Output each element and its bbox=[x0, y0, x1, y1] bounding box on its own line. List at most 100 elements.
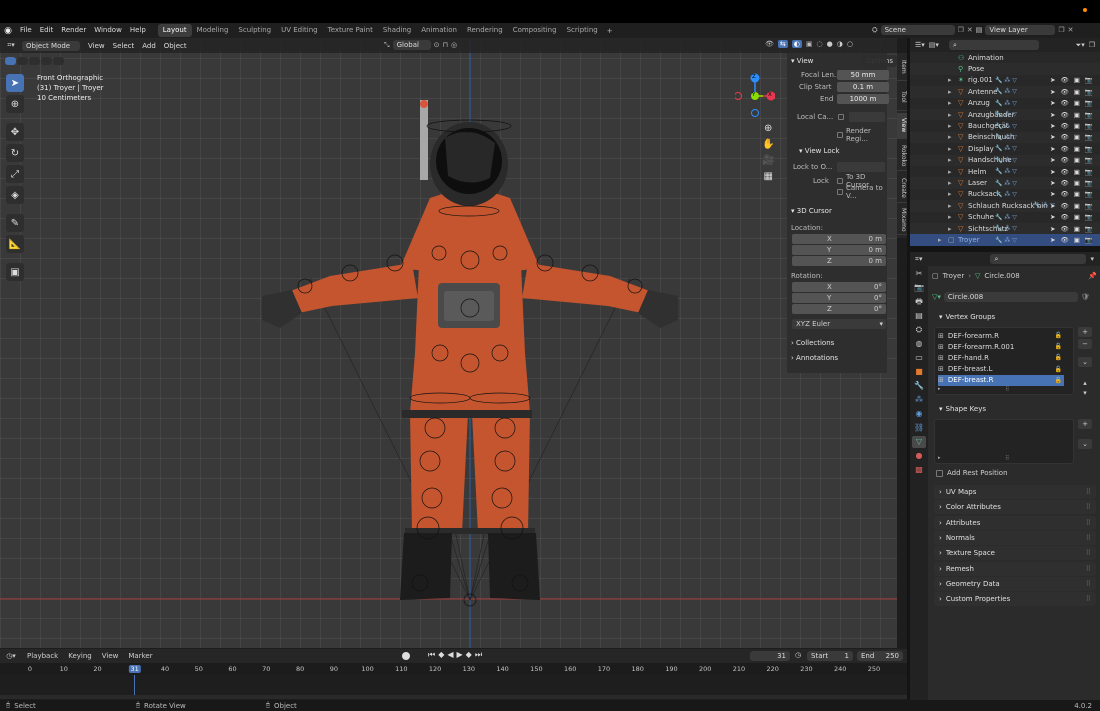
render-icon[interactable]: 📷 bbox=[1085, 133, 1093, 141]
outliner-row[interactable]: ▸ ▽ Handschuhe 🔧 ⁂ ▽ ➤ 👁 ▣ 📷 bbox=[910, 154, 1100, 166]
expand-arrow-icon[interactable]: ▸ bbox=[938, 236, 942, 244]
expand-arrow-icon[interactable]: ▸ bbox=[948, 179, 952, 187]
properties-search[interactable]: ⌕ bbox=[990, 254, 1087, 264]
eye-icon[interactable]: 👁 bbox=[1060, 190, 1068, 198]
pivot-point-icon[interactable]: ⊙ bbox=[434, 41, 440, 49]
orientation-selector[interactable]: Global bbox=[392, 40, 431, 50]
new-collection-icon[interactable]: ❐ bbox=[1089, 41, 1095, 49]
section-custom-properties[interactable]: › Custom Properties ⠿ bbox=[934, 592, 1096, 607]
viewport-icon[interactable]: ▣ bbox=[1074, 202, 1080, 210]
select-icon[interactable]: ➤ bbox=[1050, 88, 1055, 96]
timeline-menu-marker[interactable]: Marker bbox=[123, 652, 157, 660]
prev-keyframe-icon[interactable]: ◆ bbox=[438, 650, 444, 660]
menu-file[interactable]: File bbox=[16, 23, 36, 38]
menu-window[interactable]: Window bbox=[90, 23, 126, 38]
select-invert-icon[interactable] bbox=[41, 57, 52, 65]
display-mode-icon[interactable]: ▤▾ bbox=[929, 41, 939, 49]
select-icon[interactable]: ➤ bbox=[1050, 236, 1055, 244]
eye-icon[interactable]: 👁 bbox=[1060, 213, 1068, 221]
expand-arrow-icon[interactable]: ▸ bbox=[948, 156, 952, 164]
modifiers-tab-icon[interactable]: 🔧 bbox=[912, 380, 926, 392]
blender-logo-icon[interactable]: ◉ bbox=[0, 26, 16, 36]
expand-arrow-icon[interactable]: ▸ bbox=[948, 190, 952, 198]
cursor-tool-icon[interactable]: ⊕ bbox=[6, 95, 24, 113]
expand-arrow-icon[interactable]: ▸ bbox=[948, 213, 952, 221]
vertex-groups-header[interactable]: ▾ Vertex Groups bbox=[934, 310, 1096, 324]
select-icon[interactable]: ➤ bbox=[1050, 202, 1055, 210]
drag-handle-icon[interactable]: ⠿ bbox=[1086, 565, 1091, 573]
render-icon[interactable]: 📷 bbox=[1085, 156, 1093, 164]
copy-view-layer-icon[interactable]: ❐ bbox=[1058, 26, 1064, 34]
section-normals[interactable]: › Normals ⠿ bbox=[934, 530, 1096, 545]
viewport-icon[interactable]: ▣ bbox=[1074, 156, 1080, 164]
render-icon[interactable]: 📷 bbox=[1085, 122, 1093, 130]
clip-start-field[interactable]: 0.1 m bbox=[837, 81, 889, 92]
outliner-row[interactable]: ▸ ▽ Display 🔧 ⁂ ▽ ➤ 👁 ▣ 📷 bbox=[910, 143, 1100, 154]
outliner-row[interactable]: ▸ ▢ Troyer 🔧 ⁂ ▽ ➤ 👁 ▣ 📷 bbox=[910, 234, 1100, 246]
scale-tool-icon[interactable]: ⤢ bbox=[6, 165, 24, 183]
measure-tool-icon[interactable]: 📐 bbox=[6, 235, 24, 253]
render-icon[interactable]: 📷 bbox=[1085, 88, 1093, 96]
eye-icon[interactable]: 👁 bbox=[1060, 156, 1068, 164]
wireframe-shading-icon[interactable]: ◌ bbox=[817, 40, 823, 48]
menu-render[interactable]: Render bbox=[57, 23, 90, 38]
texture-tab-icon[interactable]: ▩ bbox=[912, 464, 926, 476]
focal-length-field[interactable]: 50 mm bbox=[837, 69, 889, 80]
copy-scene-icon[interactable]: ❐ bbox=[958, 26, 964, 34]
camera-view-icon[interactable]: 🎥 bbox=[762, 155, 774, 166]
lock-to-object-field[interactable] bbox=[837, 161, 885, 172]
transform-tool-icon[interactable]: ◈ bbox=[6, 186, 24, 204]
outliner-row[interactable]: ⚇ Animation bbox=[910, 52, 1100, 63]
eye-icon[interactable]: 👁 bbox=[1060, 225, 1068, 233]
render-icon[interactable]: 📷 bbox=[1085, 145, 1093, 153]
annotations-header[interactable]: › Annotations bbox=[791, 354, 838, 362]
sidebar-tab-tool[interactable]: Tool bbox=[897, 83, 907, 111]
add-cube-tool-icon[interactable]: ▣ bbox=[6, 263, 24, 281]
view-layer-tab-icon[interactable]: ▤ bbox=[912, 310, 926, 322]
tool-tab-icon[interactable]: ✂ bbox=[912, 268, 926, 280]
render-icon[interactable]: 📷 bbox=[1085, 236, 1093, 244]
drag-handle-icon[interactable]: ⠿ bbox=[1086, 534, 1091, 542]
vertex-group-item[interactable]: ⊞ DEF-breast.R 🔓 bbox=[938, 374, 1064, 386]
viewport-icon[interactable]: ▣ bbox=[1074, 145, 1080, 153]
outliner-row[interactable]: ▸ ▽ Schlauch Rucksack hin 🔧 ⁂ ▽ ➤ 👁 ▣ 📷 bbox=[910, 200, 1100, 212]
3d-cursor-header[interactable]: ▾ 3D Cursor bbox=[791, 207, 832, 215]
render-icon[interactable]: 📷 bbox=[1085, 202, 1093, 210]
current-frame-field[interactable]: 31 bbox=[750, 651, 790, 661]
expand-arrow-icon[interactable]: ▸ bbox=[948, 88, 952, 96]
local-camera-field[interactable] bbox=[849, 111, 885, 122]
clip-end-field[interactable]: 1000 m bbox=[837, 93, 889, 104]
gizmo-toggle-icon[interactable]: ⇆ bbox=[777, 40, 788, 48]
timeline-menu-keying[interactable]: Keying bbox=[63, 652, 97, 660]
timeline-editor[interactable]: ◷▾ Playback Keying View Marker ⏮ ◆ ◀ ▶ ◆ ⏭ … bbox=[0, 649, 907, 699]
xray-icon[interactable]: ▣ bbox=[806, 40, 813, 48]
outliner-row[interactable]: ▸ ▽ Laser 🔧 ⁂ ▽ ➤ 👁 ▣ 📷 bbox=[910, 177, 1100, 189]
sidebar-tab-mixamo[interactable]: Mixamo bbox=[897, 205, 907, 235]
select-icon[interactable]: ➤ bbox=[1050, 225, 1055, 233]
play-reverse-icon[interactable]: ◀ bbox=[447, 650, 453, 660]
clock-icon[interactable]: ◷ bbox=[795, 651, 801, 659]
drag-handle-icon[interactable]: ⠿ bbox=[1086, 519, 1091, 527]
lock-icon[interactable]: 🔓 bbox=[1055, 366, 1062, 373]
viewport-icon[interactable]: ▣ bbox=[1074, 76, 1080, 84]
eye-icon[interactable]: 👁 bbox=[1060, 133, 1068, 141]
outliner-row[interactable]: ▸ ▽ Helm 🔧 ⁂ ▽ ➤ 👁 ▣ 📷 bbox=[910, 166, 1100, 177]
select-icon[interactable]: ➤ bbox=[1050, 213, 1055, 221]
rotate-tool-icon[interactable]: ↻ bbox=[6, 144, 24, 162]
vertex-group-item[interactable]: ⊞ DEF-forearm.R 🔓 bbox=[938, 330, 1064, 341]
tab-scripting[interactable]: Scripting bbox=[562, 24, 603, 37]
tab-compositing[interactable]: Compositing bbox=[508, 24, 562, 37]
physics-tab-icon[interactable]: ◉ bbox=[912, 408, 926, 420]
rendered-shading-icon[interactable]: ○ bbox=[847, 40, 853, 48]
sidebar-tab-view[interactable]: View bbox=[897, 113, 907, 139]
material-shading-icon[interactable]: ◑ bbox=[837, 40, 843, 48]
move-group-down-icon[interactable]: ▾ bbox=[1078, 389, 1092, 397]
viewport-icon[interactable]: ▣ bbox=[1074, 225, 1080, 233]
select-intersect-icon[interactable] bbox=[53, 57, 64, 65]
perspective-grid-icon[interactable]: ▦ bbox=[762, 171, 774, 182]
end-frame-field[interactable]: End 250 bbox=[857, 651, 903, 661]
shape-keys-header[interactable]: ▾ Shape Keys bbox=[934, 402, 1096, 416]
snap-icon[interactable]: ⊓ bbox=[442, 41, 447, 49]
expand-arrow-icon[interactable]: ▸ bbox=[948, 122, 952, 130]
section-texture-space[interactable]: › Texture Space ⠿ bbox=[934, 546, 1096, 561]
